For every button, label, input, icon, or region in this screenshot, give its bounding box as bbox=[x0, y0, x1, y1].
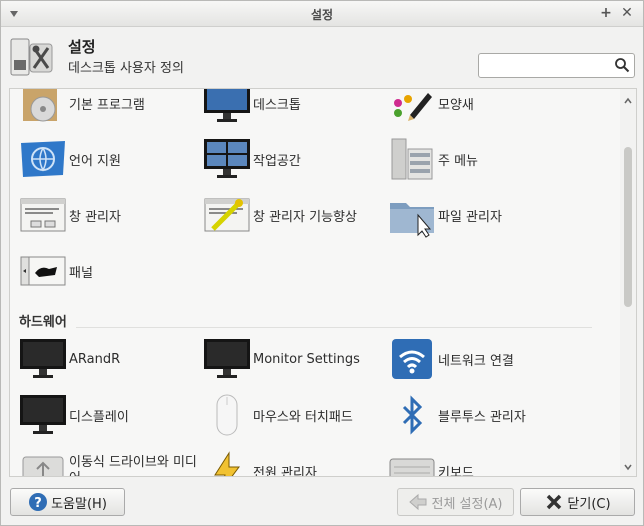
item-label: 마우스와 터치패드 bbox=[253, 409, 353, 425]
power-icon bbox=[214, 451, 240, 476]
item-desktop[interactable]: 데스크톱 bbox=[203, 89, 301, 127]
item-label: 창 관리자 bbox=[69, 209, 121, 225]
removable-drive-icon bbox=[22, 456, 64, 476]
default-apps-icon bbox=[23, 89, 57, 122]
main-menu-icon bbox=[391, 138, 433, 180]
item-label: 창 관리자 기능향상 bbox=[253, 209, 357, 225]
item-label: 주 메뉴 bbox=[438, 153, 479, 169]
settings-window: 설정 + ✕ 설정 데스크톱 사용자 정의 기본 프로그램 데스크톱 모양새 언… bbox=[0, 0, 644, 526]
item-label: ARandR bbox=[69, 351, 121, 367]
item-label: 이동식 드라이브와 미디어 bbox=[69, 455, 197, 476]
item-label: 키보드 bbox=[438, 465, 474, 477]
close-button[interactable]: 닫기(C) bbox=[520, 488, 635, 516]
item-main-menu[interactable]: 주 메뉴 bbox=[388, 135, 478, 183]
help-icon: ? bbox=[29, 493, 48, 511]
monitor-icon bbox=[20, 339, 66, 378]
keyboard-icon bbox=[389, 458, 435, 476]
monitor-icon bbox=[20, 395, 66, 434]
dialog-footer: ? 도움말(H) 전체 설정(A) 닫기(C) bbox=[1, 484, 643, 524]
search-icon bbox=[615, 58, 630, 73]
settings-header: 설정 데스크톱 사용자 정의 bbox=[1, 28, 643, 86]
item-panel[interactable]: 패널 bbox=[19, 247, 93, 295]
item-network[interactable]: 네트워크 연결 bbox=[388, 335, 514, 383]
item-arandr[interactable]: ARandR bbox=[19, 335, 120, 383]
workspace-icon bbox=[204, 139, 250, 178]
language-icon bbox=[21, 141, 65, 177]
category-divider bbox=[76, 327, 592, 328]
window-title: 설정 bbox=[310, 8, 334, 22]
item-file-manager[interactable]: 파일 관리자 bbox=[388, 191, 502, 239]
item-label: Monitor Settings bbox=[253, 351, 360, 367]
bluetooth-icon bbox=[402, 395, 423, 435]
header-title: 설정 bbox=[68, 38, 96, 56]
mouse-icon bbox=[216, 394, 238, 436]
monitor-icon bbox=[204, 339, 250, 378]
file-manager-icon bbox=[390, 203, 434, 238]
scrollbar-thumb[interactable] bbox=[624, 147, 632, 307]
help-button-label: 도움말(H) bbox=[51, 496, 107, 512]
item-appearance[interactable]: 모양새 bbox=[388, 89, 474, 127]
all-settings-button[interactable]: 전체 설정(A) bbox=[397, 488, 514, 516]
titlebar: 설정 + ✕ bbox=[1, 1, 643, 27]
item-window-manager[interactable]: 창 관리자 bbox=[19, 191, 121, 239]
item-label: 언어 지원 bbox=[69, 153, 121, 169]
item-label: 패널 bbox=[69, 265, 93, 281]
wifi-icon bbox=[392, 339, 432, 379]
close-button-label: 닫기(C) bbox=[567, 496, 611, 512]
item-label: 데스크톱 bbox=[253, 97, 301, 113]
vertical-scrollbar[interactable] bbox=[620, 89, 636, 476]
item-label: 기본 프로그램 bbox=[69, 97, 145, 113]
search-input[interactable] bbox=[478, 53, 635, 78]
all-settings-button-label: 전체 설정(A) bbox=[431, 496, 503, 512]
item-removable-drives[interactable]: 이동식 드라이브와 미디어 bbox=[19, 447, 197, 476]
item-label: 전원 관리자 bbox=[253, 465, 317, 477]
item-default-apps[interactable]: 기본 프로그램 bbox=[19, 89, 145, 127]
svg-text:?: ? bbox=[34, 496, 42, 511]
item-bluetooth[interactable]: 블루투스 관리자 bbox=[388, 391, 526, 439]
panel-icon bbox=[20, 256, 66, 286]
item-mouse[interactable]: 마우스와 터치패드 bbox=[203, 391, 353, 439]
maximize-icon[interactable]: + bbox=[598, 5, 614, 21]
appearance-icon bbox=[394, 93, 432, 121]
item-label: 작업공간 bbox=[253, 153, 301, 169]
item-label: 파일 관리자 bbox=[438, 209, 502, 225]
item-keyboard[interactable]: 키보드 bbox=[388, 447, 474, 477]
help-button[interactable]: ? 도움말(H) bbox=[10, 488, 125, 516]
desktop-icon bbox=[204, 89, 250, 122]
scroll-down-icon[interactable] bbox=[624, 463, 632, 471]
scroll-up-icon[interactable] bbox=[624, 97, 632, 105]
settings-list: 기본 프로그램 데스크톱 모양새 언어 지원 작업공간 주 메뉴 창 관리자 창… bbox=[9, 88, 637, 477]
category-header-hardware: 하드웨어 bbox=[19, 315, 67, 330]
item-power[interactable]: 전원 관리자 bbox=[203, 447, 317, 477]
close-icon bbox=[547, 494, 562, 510]
item-language[interactable]: 언어 지원 bbox=[19, 135, 121, 183]
item-window-manager-tweaks[interactable]: 창 관리자 기능향상 bbox=[203, 191, 357, 239]
header-subtitle: 데스크톱 사용자 정의 bbox=[68, 61, 184, 76]
settings-app-icon bbox=[10, 38, 54, 78]
item-label: 네트워크 연결 bbox=[438, 353, 514, 369]
item-display[interactable]: 디스플레이 bbox=[19, 391, 129, 439]
item-label: 블루투스 관리자 bbox=[438, 409, 526, 425]
item-label: 디스플레이 bbox=[69, 409, 129, 425]
close-window-icon[interactable]: ✕ bbox=[619, 5, 635, 21]
item-monitor-settings[interactable]: Monitor Settings bbox=[203, 335, 360, 383]
item-workspace[interactable]: 작업공간 bbox=[203, 135, 301, 183]
back-arrow-icon bbox=[409, 493, 427, 511]
item-label: 모양새 bbox=[438, 97, 474, 113]
window-manager-icon bbox=[20, 198, 66, 232]
window-manager-tweaks-icon bbox=[204, 198, 250, 232]
